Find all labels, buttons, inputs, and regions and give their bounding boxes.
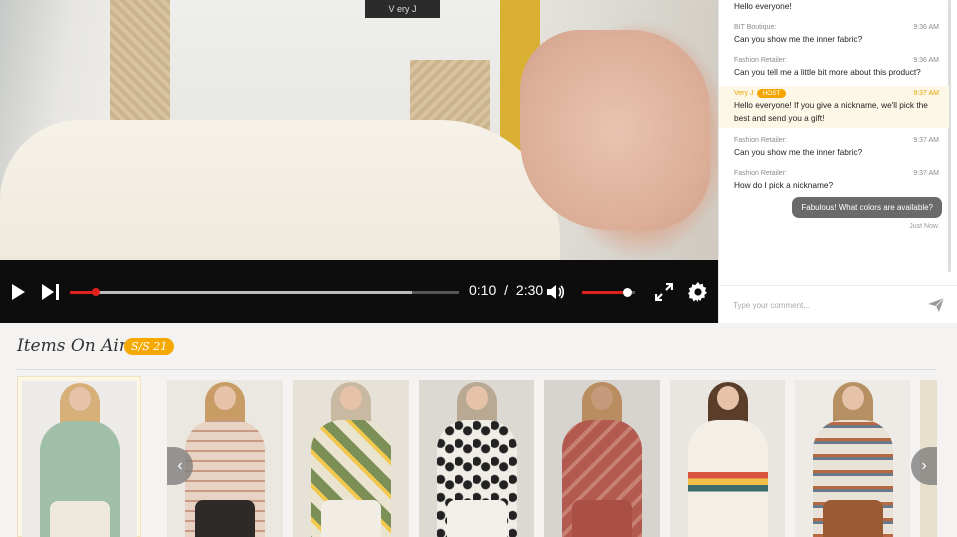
chat-time: 9:36 AM: [913, 24, 939, 31]
play-icon[interactable]: [12, 284, 25, 300]
chat-message: Fashion Retailer: 9:37 AM Can you show me…: [719, 135, 949, 159]
product-image[interactable]: [544, 380, 660, 537]
featured-item-card[interactable]: [17, 376, 141, 537]
time-display: 0:10 / 2:30: [469, 282, 543, 298]
garment-tag: V ery J: [365, 0, 440, 18]
player-controls: 0:10 / 2:30: [0, 260, 718, 323]
volume-icon[interactable]: [546, 283, 566, 301]
buffered-bar: [70, 291, 413, 294]
chat-message-text: Hello everyone! If you give a nickname, …: [734, 100, 928, 123]
carousel-next-button[interactable]: ›: [911, 447, 937, 485]
chat-time: 9:37 AM: [913, 170, 939, 177]
gear-icon[interactable]: [688, 282, 708, 302]
chat-message-text: Can you show me the inner fabric?: [734, 147, 863, 157]
presenter-hand: [520, 30, 710, 230]
time-separator: /: [504, 282, 509, 298]
video-frame[interactable]: V ery J: [0, 0, 718, 260]
send-icon[interactable]: [928, 297, 945, 312]
video-player[interactable]: V ery J 0:10 / 2:30: [0, 0, 718, 323]
comment-bar: [719, 285, 957, 323]
chevron-left-icon: ‹: [177, 457, 183, 474]
chat-message: Fashion Retailer: 9:36 AM Can you tell me…: [719, 55, 949, 79]
chat-message-text: Can you show me the inner fabric?: [734, 34, 863, 44]
host-badge: HOST: [757, 89, 786, 98]
chevron-right-icon: ›: [921, 457, 927, 474]
volume-handle[interactable]: [623, 288, 633, 297]
fullscreen-icon[interactable]: [654, 282, 674, 302]
chat-author: Fashion Retailer:: [734, 170, 787, 177]
volume-level: [582, 291, 628, 294]
product-image[interactable]: [670, 380, 785, 537]
section-title: Items On Air: [17, 336, 127, 356]
product-image[interactable]: [419, 380, 534, 537]
season-badge: S/S 21: [124, 338, 175, 355]
chat-message-text: Hello everyone!: [734, 1, 792, 11]
my-message-bubble: Fabulous! What colors are available?: [792, 197, 942, 218]
chat-message: Hello everyone!: [719, 0, 949, 13]
chat-time: 9:36 AM: [913, 57, 939, 64]
comment-input[interactable]: [733, 298, 913, 312]
chat-message-text: Can you tell me a little bit more about …: [734, 67, 921, 77]
chat-message-host: Very J HOST 9:37 AM Hello everyone! If yo…: [719, 86, 949, 128]
volume-slider[interactable]: [582, 288, 635, 297]
skip-next-icon[interactable]: [42, 284, 62, 300]
current-time: 0:10: [469, 282, 497, 298]
product-image[interactable]: [22, 381, 137, 537]
product-image[interactable]: [795, 380, 910, 537]
progress-handle[interactable]: [92, 288, 101, 296]
product-image[interactable]: [293, 380, 409, 537]
my-message-time: Just Now: [909, 223, 938, 230]
chat-author: Fashion Retailer:: [734, 137, 787, 144]
chat-author: Fashion Retailer:: [734, 57, 787, 64]
duration: 2:30: [515, 282, 544, 298]
chat-message: BIT Boutique: 9:36 AM Can you show me the…: [719, 22, 949, 46]
chat-author: BIT Boutique:: [734, 24, 777, 31]
chat-time: 9:37 AM: [913, 137, 939, 144]
chat-author: Very J HOST: [734, 89, 786, 98]
chat-message: Fashion Retailer: 9:37 AM How do I pick a…: [719, 168, 949, 192]
divider: [17, 369, 937, 370]
live-shopping-page: V ery J 0:10 / 2:30 Hello everyone! BIT …: [0, 0, 957, 537]
chat-time: 9:37 AM: [913, 90, 939, 97]
live-chat-panel: Hello everyone! BIT Boutique: 9:36 AM Can…: [718, 0, 957, 323]
chat-message-text: How do I pick a nickname?: [734, 180, 834, 190]
progress-bar[interactable]: [70, 288, 459, 296]
cream-tank-top: [0, 120, 560, 260]
host-name: Very J: [734, 90, 754, 97]
